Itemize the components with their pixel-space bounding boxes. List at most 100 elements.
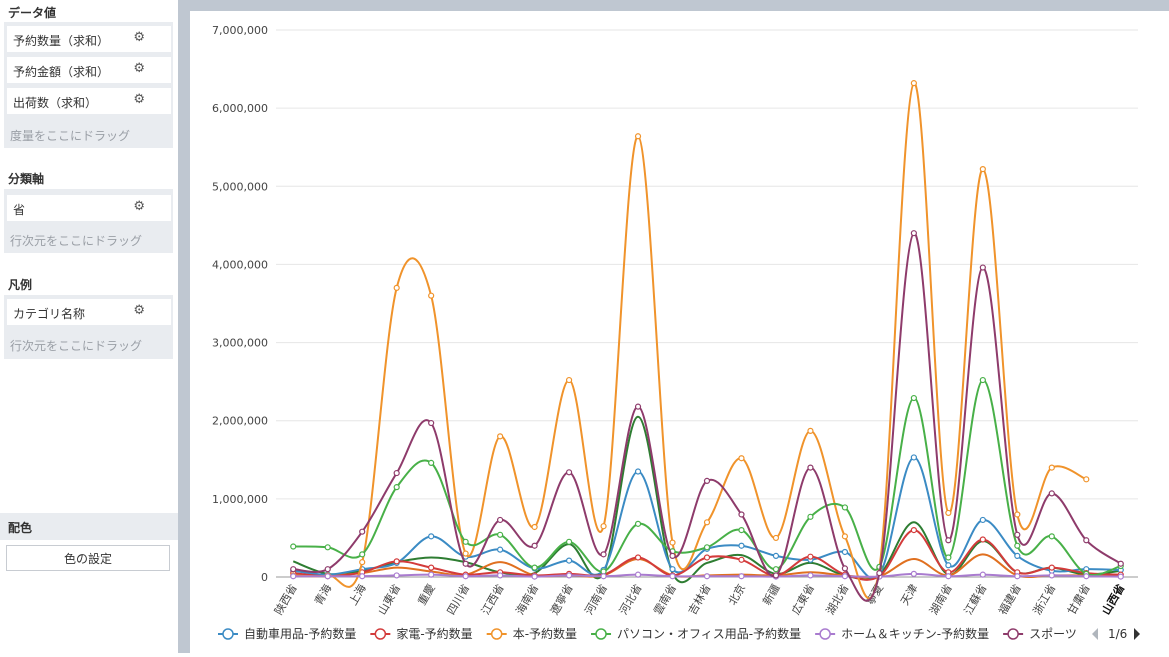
data-point <box>600 523 607 530</box>
data-point <box>1014 511 1021 518</box>
data-point <box>945 554 952 561</box>
data-point <box>910 527 917 534</box>
data-point <box>565 557 573 564</box>
category-axis-dropzone[interactable]: 省 ⚙ 行次元をここにドラッグ <box>4 189 173 253</box>
data-point <box>462 538 469 545</box>
data-point <box>979 264 986 271</box>
gear-icon[interactable]: ⚙ <box>133 31 145 45</box>
data-point <box>634 133 642 140</box>
data-point <box>772 534 780 542</box>
data-point <box>324 573 331 580</box>
data-point <box>393 572 400 579</box>
data-point <box>945 537 952 544</box>
data-point <box>738 511 745 518</box>
legend-item[interactable]: パソコン・オフィス用品-予約数量 <box>617 626 801 641</box>
legend-item[interactable]: 家電-予約数量 <box>396 626 472 641</box>
data-point <box>807 572 814 579</box>
data-point <box>979 536 986 543</box>
data-point <box>290 566 297 573</box>
legend-marker <box>819 628 831 640</box>
legend-item[interactable]: ホーム＆キッチン-予約数量 <box>841 626 989 641</box>
x-tick-label: 青海 <box>311 582 334 608</box>
legend-marker <box>595 628 607 640</box>
x-tick-label: 山西省 <box>1099 582 1128 618</box>
x-tick-label: 河北省 <box>617 582 645 617</box>
field-item-province[interactable]: 省 ⚙ <box>7 195 171 221</box>
color-title: 配色 <box>8 521 33 535</box>
x-tick-label: 湖南省 <box>927 582 955 617</box>
legend-item[interactable]: 本-予約数量 <box>513 626 577 641</box>
data-point <box>910 454 917 461</box>
data-point <box>703 573 711 580</box>
data-point <box>634 571 642 578</box>
x-tick-label: 福建省 <box>995 582 1024 618</box>
data-point <box>565 572 573 579</box>
x-tick-label: 湖北省 <box>824 582 852 617</box>
gear-icon[interactable]: ⚙ <box>133 200 145 214</box>
data-point <box>669 552 676 560</box>
y-tick-label: 5,000,000 <box>212 180 268 193</box>
data-point <box>1083 573 1090 580</box>
field-item-order-amount[interactable]: 予約金額（求和） ⚙ <box>7 57 171 83</box>
field-item-label: 予約金額（求和） <box>13 65 110 79</box>
data-point <box>669 573 676 580</box>
data-point <box>634 554 642 561</box>
data-point <box>1014 542 1021 549</box>
data-point <box>910 230 917 237</box>
field-item-category-name[interactable]: カテゴリ名称 ⚙ <box>7 299 171 325</box>
data-point <box>807 464 814 471</box>
x-tick-label: 江蘇省 <box>962 582 990 617</box>
data-point <box>497 546 504 553</box>
x-tick-label: 北京 <box>725 582 748 608</box>
data-point <box>807 553 814 560</box>
data-point <box>359 559 366 566</box>
legend-page-indicator: 1/6 <box>1108 627 1127 641</box>
data-point <box>738 455 745 462</box>
data-point <box>807 513 814 520</box>
data-point <box>703 477 711 484</box>
x-tick-label: 山東省 <box>376 582 404 617</box>
panel-splitter[interactable] <box>178 0 190 653</box>
data-point <box>428 564 435 571</box>
data-point <box>565 469 573 476</box>
drop-hint: 行次元をここにドラッグ <box>10 339 143 353</box>
field-item-order-qty[interactable]: 予約数量（求和） ⚙ <box>7 26 171 52</box>
data-point <box>565 538 573 545</box>
legend-marker <box>222 628 234 640</box>
field-item-shipment-qty[interactable]: 出荷数（求和） ⚙ <box>7 88 171 114</box>
legend-item[interactable]: スポーツ <box>1029 627 1077 641</box>
data-point <box>462 573 469 580</box>
gear-icon[interactable]: ⚙ <box>133 304 145 318</box>
x-tick-label: 河南省 <box>582 582 610 617</box>
data-point <box>979 165 986 173</box>
data-point <box>634 403 642 410</box>
data-point <box>841 504 849 511</box>
legend-item[interactable]: 自動車用品-予約数量 <box>244 626 356 641</box>
gear-icon[interactable]: ⚙ <box>133 93 145 107</box>
data-point <box>393 558 400 565</box>
color-section-header: 配色 <box>0 513 178 540</box>
legend-marker <box>1007 628 1019 640</box>
field-item-label: カテゴリ名称 <box>13 307 86 321</box>
legend-dropzone[interactable]: カテゴリ名称 ⚙ 行次元をここにドラッグ <box>4 295 173 359</box>
data-point <box>841 573 849 580</box>
data-point <box>531 542 538 549</box>
chart-area: 0 1,000,000 2,000,000 3,000,000 4,000,000 5,0… <box>190 11 1169 653</box>
color-settings-button[interactable]: 色の設定 <box>6 545 170 571</box>
field-item-label: 出荷数（求和） <box>13 96 98 110</box>
data-point <box>290 573 297 580</box>
data-point <box>531 573 538 580</box>
data-point <box>979 516 986 524</box>
top-bar <box>190 0 1169 11</box>
data-point <box>1083 476 1090 483</box>
data-point <box>428 533 435 540</box>
x-tick-label: 天津 <box>898 582 920 608</box>
gear-icon[interactable]: ⚙ <box>133 62 145 76</box>
x-tick-label: 上海 <box>346 582 369 608</box>
data-point <box>945 562 952 569</box>
data-point <box>807 427 814 434</box>
x-tick-label: 陕西省 <box>271 582 300 618</box>
x-tick-label: 遼寧省 <box>547 582 576 618</box>
data-point <box>703 544 711 551</box>
data-values-dropzone[interactable]: 予約数量（求和） ⚙ 予約金額（求和） ⚙ 出荷数（求和） ⚙ 度量をここにドラ… <box>4 22 173 148</box>
